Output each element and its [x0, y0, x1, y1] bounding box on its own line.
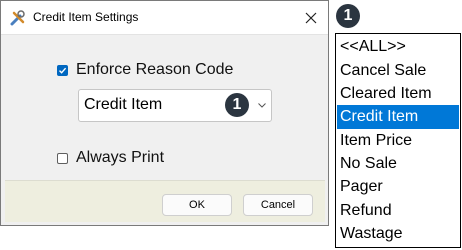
- always-print-checkbox[interactable]: [57, 153, 68, 164]
- ok-button[interactable]: OK: [162, 194, 232, 216]
- close-button[interactable]: [294, 1, 328, 34]
- button-footer: OK Cancel: [5, 180, 325, 222]
- list-item-selected[interactable]: Credit Item: [337, 105, 459, 129]
- reason-code-listbox[interactable]: <<ALL>> Cancel Sale Cleared Item Credit …: [335, 33, 461, 248]
- close-icon: [305, 12, 317, 23]
- callout-badge: 1: [336, 4, 360, 28]
- list-item[interactable]: No Sale: [337, 152, 459, 176]
- cancel-button[interactable]: Cancel: [243, 194, 313, 216]
- title-bar: Credit Item Settings: [1, 1, 328, 35]
- enforce-reason-label[interactable]: Enforce Reason Code: [76, 61, 233, 79]
- enforce-reason-checkbox[interactable]: [57, 65, 68, 76]
- chevron-down-icon: [258, 103, 266, 108]
- reason-code-value: Credit Item: [84, 96, 163, 113]
- list-item[interactable]: <<ALL>>: [337, 35, 459, 59]
- credit-item-settings-dialog: Credit Item Settings Enforce Reason Code…: [0, 0, 329, 226]
- list-item[interactable]: Item Price: [337, 129, 459, 153]
- callout-badge: 1: [225, 93, 249, 117]
- checkmark-icon: [59, 67, 67, 74]
- list-item[interactable]: Cancel Sale: [337, 59, 459, 83]
- always-print-label[interactable]: Always Print: [76, 149, 164, 167]
- list-item[interactable]: Wastage: [337, 222, 459, 246]
- list-item[interactable]: Pager: [337, 175, 459, 199]
- list-item[interactable]: Refund: [337, 199, 459, 223]
- tools-icon: [10, 10, 25, 26]
- dialog-title: Credit Item Settings: [33, 10, 139, 24]
- list-item[interactable]: Cleared Item: [337, 82, 459, 106]
